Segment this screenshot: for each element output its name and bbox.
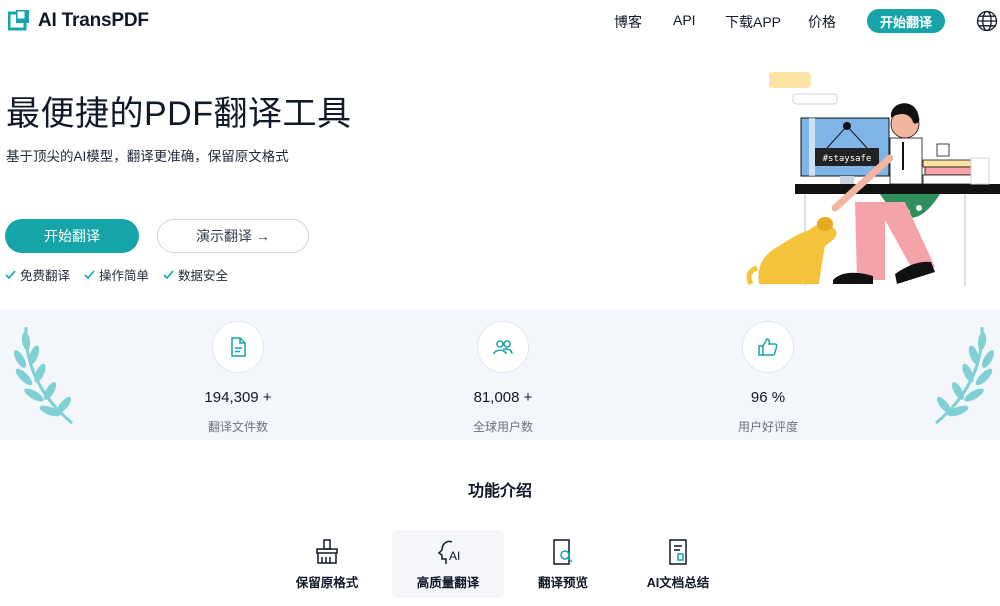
stat-files: 194,309 + 翻译文件数 <box>158 321 318 435</box>
stat-rating: 96 % 用户好评度 <box>688 321 848 435</box>
hero-subtitle: 基于顶尖的AI模型，翻译更准确，保留原文格式 <box>6 149 289 164</box>
thumbs-up-icon <box>758 338 778 356</box>
stats-band: 194,309 + 翻译文件数 81,008 + 全球用户数 96 % 用户好评… <box>0 309 1000 440</box>
stat-files-label: 翻译文件数 <box>207 420 268 434</box>
stat-files-icon-wrap <box>212 321 264 373</box>
stat-users-label: 全球用户数 <box>472 420 533 434</box>
features-title: 功能介绍 <box>467 483 532 500</box>
stat-rating-icon-wrap <box>742 321 794 373</box>
nav-blog[interactable]: 博客 <box>614 12 642 32</box>
brush-icon <box>316 539 338 564</box>
hero-checklist: 免费翻译 操作简单 数据安全 <box>5 265 228 284</box>
stat-files-value: 194,309 + <box>204 389 272 406</box>
check-icon <box>163 270 174 280</box>
start-translate-button[interactable]: 开始翻译 <box>5 219 139 253</box>
stat-rating-value: 96 % <box>750 389 786 406</box>
stat-rating-label: 用户好评度 <box>737 420 798 434</box>
laurel-left-icon <box>14 326 73 425</box>
svg-text:AI: AI <box>449 549 460 563</box>
nav-download-app[interactable]: 下载APP <box>725 12 781 32</box>
check-icon <box>84 270 95 280</box>
check-secure: 数据安全 <box>163 265 228 284</box>
check-free: 免费翻译 <box>5 265 70 284</box>
staysafe-sign: #staysafe <box>823 154 872 164</box>
check-simple: 操作简单 <box>84 265 149 284</box>
stat-users: 81,008 + 全球用户数 <box>423 321 583 435</box>
hero-illustration: #staysafe <box>746 72 1000 286</box>
tab-translation-preview[interactable]: 翻译预览 <box>507 530 619 598</box>
document-icon <box>231 337 246 357</box>
tab-label: 高质量翻译 <box>416 576 480 590</box>
tab-ai-summary[interactable]: AI文档总结 <box>622 530 734 598</box>
preview-icon <box>553 539 573 565</box>
brand-logo[interactable]: AI TransPDF <box>8 10 149 32</box>
tab-label: 翻译预览 <box>537 576 588 590</box>
stat-users-icon-wrap <box>477 321 529 373</box>
users-icon <box>493 340 513 355</box>
nav-api[interactable]: API <box>673 12 696 28</box>
logo-icon <box>8 10 29 31</box>
ai-head-icon: AI <box>437 540 460 564</box>
nav-pricing[interactable]: 价格 <box>808 12 836 32</box>
stat-users-value: 81,008 + <box>473 389 533 406</box>
brand-name: AI TransPDF <box>38 10 149 31</box>
tab-preserve-format[interactable]: 保留原格式 <box>271 530 383 598</box>
summary-doc-icon <box>669 539 687 565</box>
demo-translate-button[interactable]: 演示翻译 → <box>157 219 309 253</box>
tab-quality-translation[interactable]: AI 高质量翻译 <box>392 530 504 598</box>
hero-title: 最便捷的PDF翻译工具 <box>6 95 352 133</box>
laurel-right-icon <box>935 326 994 425</box>
header-start-translate-button[interactable]: 开始翻译 <box>867 9 945 33</box>
tab-label: AI文档总结 <box>646 576 710 590</box>
language-globe-icon[interactable] <box>976 10 998 32</box>
check-icon <box>5 270 16 280</box>
site-header: AI TransPDF 博客 API 下载APP 价格 开始翻译 <box>0 0 1000 44</box>
tab-label: 保留原格式 <box>295 576 359 590</box>
